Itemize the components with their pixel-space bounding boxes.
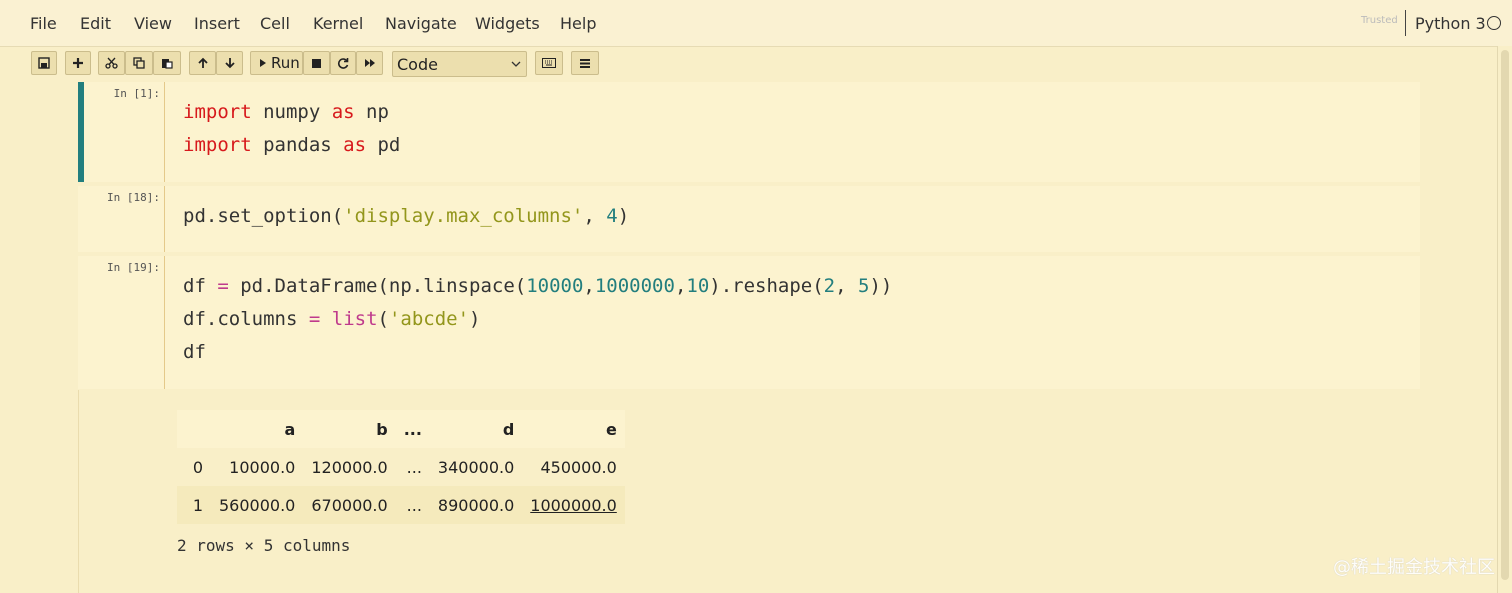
menu-help[interactable]: Help	[560, 14, 596, 33]
arrow-down-icon	[224, 58, 235, 69]
cell-type-select[interactable]: Code	[392, 51, 527, 77]
table-cell: 670000.0	[303, 486, 396, 524]
arrow-up-icon	[197, 57, 208, 68]
table-cell: 340000.0	[429, 448, 523, 486]
column-header: a	[211, 410, 304, 448]
table-cell: 1000000.0	[522, 486, 625, 524]
table-row: 0 10000.0 120000.0 ... 340000.0 450000.0	[177, 448, 625, 486]
restart-button[interactable]	[330, 51, 356, 75]
move-up-button[interactable]	[189, 51, 216, 75]
cut-button[interactable]	[98, 51, 125, 75]
code-editor[interactable]: df = pd.DataFrame(np.linspace(10000,1000…	[164, 256, 1420, 389]
interrupt-button[interactable]	[303, 51, 330, 75]
row-index: 0	[177, 448, 211, 486]
stop-icon	[312, 58, 321, 68]
column-header: b	[303, 410, 396, 448]
table-cell: 10000.0	[211, 448, 304, 486]
insert-cell-button[interactable]	[65, 51, 91, 75]
code-cell-2[interactable]: In [18]: pd.set_option('display.max_colu…	[78, 186, 1420, 252]
keyboard-icon	[542, 58, 556, 68]
run-button[interactable]: Run	[250, 51, 303, 75]
code-line: pd.set_option('display.max_columns', 4)	[183, 205, 630, 227]
input-prompt: In [19]:	[107, 261, 160, 274]
watermark: @稀土掘金技术社区	[1333, 557, 1495, 578]
cell-type-value: Code	[397, 55, 438, 74]
trusted-indicator[interactable]: Trusted	[1361, 15, 1398, 26]
command-palette-button[interactable]	[535, 51, 563, 75]
run-button-label: Run	[271, 54, 300, 72]
menu-bar: File Edit View Insert Cell Kernel Naviga…	[0, 0, 1512, 47]
table-cell: 120000.0	[303, 448, 396, 486]
kernel-name[interactable]: Python 3	[1415, 14, 1486, 33]
chevron-down-icon	[511, 61, 521, 67]
code-editor[interactable]: pd.set_option('display.max_columns', 4)	[164, 186, 1420, 252]
notebook-container: In [1]: import numpy as np import pandas…	[78, 82, 1420, 593]
input-prompt: In [1]:	[113, 87, 160, 100]
table-cell: 560000.0	[211, 486, 304, 524]
dataframe-shape: 2 rows × 5 columns	[177, 536, 351, 555]
dataframe-table: a b ... d e 0 10000.0 120000.0 ... 34000…	[177, 410, 625, 524]
code-line: import numpy as np	[183, 101, 389, 123]
restart-run-all-button[interactable]	[356, 51, 383, 75]
menu-kernel[interactable]: Kernel	[313, 14, 363, 33]
table-header-row: a b ... d e	[177, 410, 625, 448]
copy-icon	[133, 57, 145, 69]
copy-button[interactable]	[125, 51, 153, 75]
code-line: df	[183, 341, 206, 363]
code-line: df = pd.DataFrame(np.linspace(10000,1000…	[183, 275, 893, 297]
menu-edit[interactable]: Edit	[80, 14, 111, 33]
column-header: d	[429, 410, 523, 448]
index-header	[177, 410, 211, 448]
kernel-idle-icon	[1487, 16, 1501, 30]
scrollbar-thumb[interactable]	[1501, 50, 1509, 580]
play-icon	[260, 59, 266, 67]
column-header: ...	[395, 410, 430, 448]
code-line: df.columns = list('abcde')	[183, 308, 481, 330]
scissors-icon	[105, 57, 118, 69]
restart-icon	[337, 58, 349, 69]
table-cell: ...	[395, 486, 430, 524]
save-button[interactable]	[31, 51, 57, 75]
move-down-button[interactable]	[216, 51, 243, 75]
menu-insert[interactable]: Insert	[194, 14, 240, 33]
list-icon	[580, 58, 590, 68]
menu-view[interactable]: View	[134, 14, 172, 33]
save-icon	[38, 57, 50, 69]
code-cell-3[interactable]: In [19]: df = pd.DataFrame(np.linspace(1…	[78, 256, 1420, 389]
fast-forward-icon	[364, 59, 375, 67]
scrollbar[interactable]	[1497, 46, 1512, 593]
menu-widgets[interactable]: Widgets	[475, 14, 540, 33]
output-area: a b ... d e 0 10000.0 120000.0 ... 34000…	[78, 390, 1421, 593]
row-index: 1	[177, 486, 211, 524]
paste-icon	[162, 59, 173, 69]
input-prompt: In [18]:	[107, 191, 160, 204]
code-editor[interactable]: import numpy as np import pandas as pd	[164, 82, 1420, 182]
paste-button[interactable]	[153, 51, 181, 75]
kernel-divider	[1405, 10, 1406, 36]
table-cell: ...	[395, 448, 430, 486]
menu-navigate[interactable]: Navigate	[385, 14, 457, 33]
menu-cell[interactable]: Cell	[260, 14, 290, 33]
code-line: import pandas as pd	[183, 134, 401, 156]
cell-toolbar-button[interactable]	[571, 51, 599, 75]
table-cell: 450000.0	[522, 448, 625, 486]
table-cell: 890000.0	[429, 486, 523, 524]
column-header: e	[522, 410, 625, 448]
code-cell-1[interactable]: In [1]: import numpy as np import pandas…	[78, 82, 1420, 182]
plus-icon	[73, 58, 83, 68]
menu-file[interactable]: File	[30, 14, 57, 33]
table-row: 1 560000.0 670000.0 ... 890000.0 1000000…	[177, 486, 625, 524]
